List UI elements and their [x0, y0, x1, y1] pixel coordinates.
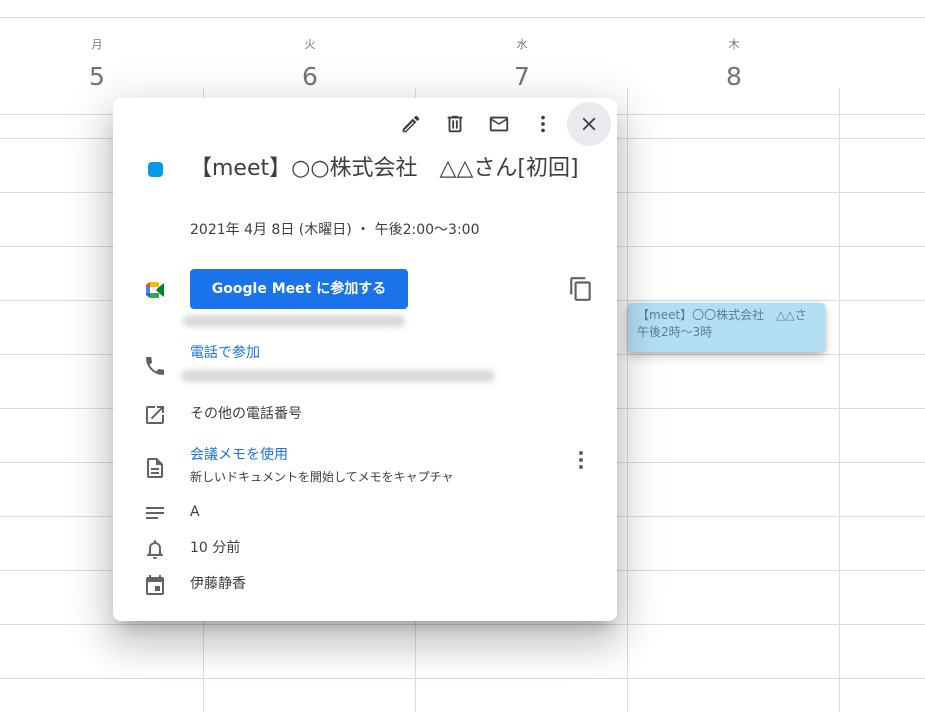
- header-divider: [0, 17, 925, 18]
- event-chip-time: 午後2時～3時: [637, 325, 713, 339]
- day-of-week: 木: [728, 38, 740, 51]
- event-title: 【meet】○○株式会社 △△さん[初回]: [190, 156, 579, 181]
- copy-meeting-info-button[interactable]: [568, 276, 594, 302]
- day-of-week: 水: [516, 38, 528, 51]
- redacted-meet-link: [183, 315, 405, 327]
- reminder-text: 10 分前: [190, 540, 241, 556]
- event-chip-title: 【meet】〇〇株式会社 △△さ: [637, 308, 807, 322]
- day-of-week: 火: [304, 38, 316, 51]
- bell-icon: [143, 537, 167, 561]
- phone-icon: [143, 354, 167, 378]
- day-header-tue[interactable]: 火 6: [270, 36, 350, 94]
- calendar-owner-name: 伊藤静香: [190, 576, 246, 592]
- popover-toolbar: [389, 102, 611, 146]
- hour-line: [0, 624, 925, 625]
- join-by-phone-link[interactable]: 電話で参加: [190, 343, 260, 363]
- day-of-week: 月: [91, 38, 103, 51]
- notes-more-options-button[interactable]: [569, 448, 593, 472]
- more-vert-icon: [579, 451, 583, 469]
- open-in-new-icon: [143, 403, 167, 427]
- delete-event-button[interactable]: [433, 104, 477, 144]
- redacted-phone-number: [181, 370, 495, 382]
- day-header-wed[interactable]: 水 7: [482, 36, 562, 94]
- day-number[interactable]: 8: [694, 60, 774, 94]
- column-divider: [627, 88, 628, 712]
- event-datetime: 2021年 4月 8日 (木曜日) ・ 午後2:00～3:00: [190, 222, 480, 238]
- copy-icon: [570, 277, 591, 301]
- edit-event-button[interactable]: [389, 104, 433, 144]
- document-icon: [143, 456, 167, 480]
- pencil-icon: [402, 115, 420, 133]
- event-details-popover: 【meet】○○株式会社 △△さん[初回] 2021年 4月 8日 (木曜日) …: [113, 98, 617, 621]
- event-description: A: [190, 504, 200, 520]
- day-number[interactable]: 7: [482, 60, 562, 94]
- more-options-button[interactable]: [521, 104, 565, 144]
- event-color-indicator: [148, 162, 163, 177]
- trash-icon: [447, 115, 463, 133]
- hour-line: [0, 678, 925, 679]
- calendar-event-chip[interactable]: 【meet】〇〇株式会社 △△さ 午後2時～3時: [628, 303, 825, 352]
- google-meet-icon: [143, 278, 167, 302]
- email-guests-button[interactable]: [477, 104, 521, 144]
- column-divider: [839, 88, 840, 712]
- day-header-mon[interactable]: 月 5: [57, 36, 137, 94]
- more-phone-numbers-link[interactable]: その他の電話番号: [190, 404, 302, 424]
- join-google-meet-button[interactable]: Google Meet に参加する: [190, 269, 408, 309]
- description-icon: [143, 501, 167, 525]
- meeting-notes-description: 新しいドキュメントを開始してメモをキャプチャ: [190, 470, 454, 484]
- day-header-thu[interactable]: 木 8: [694, 36, 774, 94]
- day-number[interactable]: 6: [270, 60, 350, 94]
- more-vert-icon: [541, 115, 545, 133]
- use-meeting-notes-link[interactable]: 会議メモを使用: [190, 445, 288, 465]
- calendar-icon: [143, 573, 167, 597]
- close-button[interactable]: [567, 102, 611, 146]
- close-icon: [582, 117, 596, 131]
- day-number[interactable]: 5: [57, 60, 137, 94]
- mail-icon: [489, 116, 509, 132]
